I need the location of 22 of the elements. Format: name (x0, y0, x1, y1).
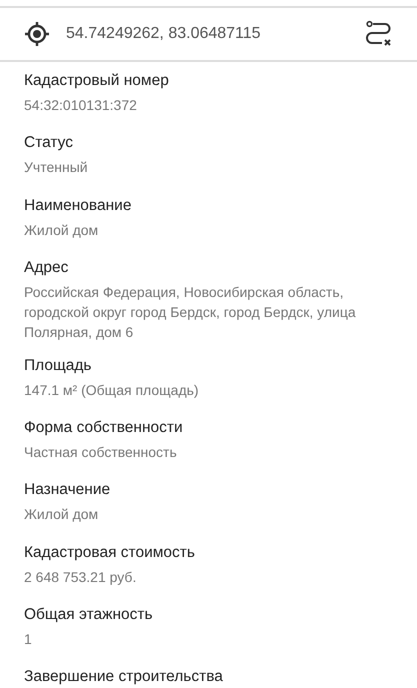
field-value: Жилой дом (24, 220, 100, 240)
field-label: Кадастровая стоимость (24, 542, 196, 563)
coordinates-text: 54.74249262, 83.06487115 (66, 24, 262, 44)
field-value: 54:32:010131:372 (24, 96, 138, 115)
field-label: Форма собственности (24, 418, 184, 438)
field-label: Адрес (24, 258, 70, 278)
field-label: Наименование (24, 196, 132, 216)
field-value: Учтенный (24, 158, 89, 178)
field-label: Кадастровый номер (24, 71, 170, 91)
field-value: Частная собственность (24, 443, 178, 462)
field-label: Площадь (24, 356, 92, 376)
field-label: Назначение (24, 480, 112, 500)
field-value: 1 (24, 630, 33, 650)
field-label: Общая этажность (24, 605, 154, 626)
field-value: Жилой дом (24, 505, 100, 524)
route-clear-icon[interactable] (365, 20, 393, 48)
field-value: 147.1 м² (Общая площадь) (24, 380, 200, 400)
target-icon[interactable] (24, 21, 50, 47)
field-label: Завершение строительства (24, 667, 224, 688)
field-value: Российская Федерация, Новосибирская область, городской округ город Бердск, город Бердск, улица Полярная, дом 6 (24, 282, 357, 342)
field-value: 2 648 753.21 руб. (24, 568, 138, 587)
field-label: Статус (24, 133, 74, 154)
